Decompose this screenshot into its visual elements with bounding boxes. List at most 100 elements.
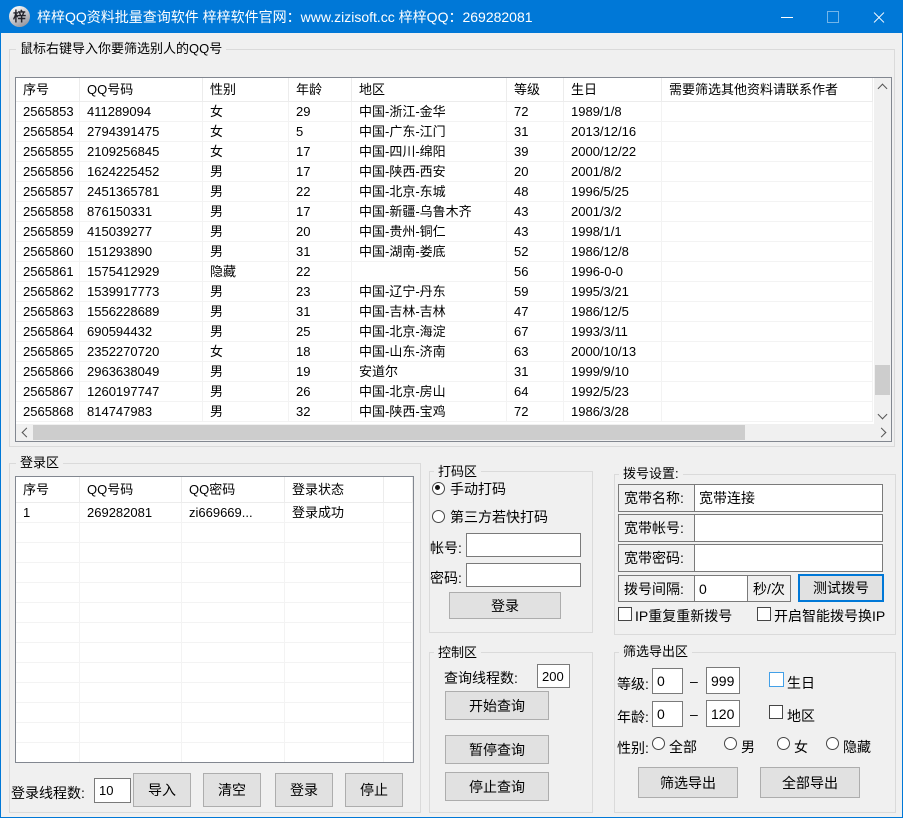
thirdparty-captcha-radio[interactable] xyxy=(432,510,445,523)
column-header[interactable]: 性别 xyxy=(203,78,289,102)
login-groupbox-label: 登录区 xyxy=(16,455,63,470)
column-header[interactable]: 等级 xyxy=(507,78,564,102)
column-header[interactable]: 生日 xyxy=(564,78,662,102)
birthday-checkbox-label[interactable]: 生日 xyxy=(787,673,815,693)
broadband-account-input[interactable] xyxy=(694,514,883,542)
region-checkbox[interactable] xyxy=(769,705,783,719)
dial-groupbox-label: 拨号设置: xyxy=(619,466,683,481)
gender-hidden-radio[interactable] xyxy=(826,737,839,750)
table-row[interactable]: 25658542794391475女5中国-广东-江门312013/12/16 xyxy=(16,122,891,142)
table-cell xyxy=(285,523,384,543)
table-row[interactable]: 25658572451365781男22中国-北京-东城481996/5/25 xyxy=(16,182,891,202)
column-header[interactable]: 序号 xyxy=(16,477,80,503)
redial-checkbox-label[interactable]: IP重复重新拨号 xyxy=(635,606,732,626)
table-row[interactable]: 25658552109256845女17中国-四川-绵阳392000/12/22 xyxy=(16,142,891,162)
column-header[interactable]: 序号 xyxy=(16,78,80,102)
birthday-checkbox[interactable] xyxy=(769,672,784,687)
table-row[interactable]: 2565864690594432男25中国-北京-海淀671993/3/11 xyxy=(16,322,891,342)
manual-captcha-label[interactable]: 手动打码 xyxy=(450,479,506,499)
scroll-right-button[interactable] xyxy=(874,424,891,441)
table-cell xyxy=(285,563,384,583)
export-all-button[interactable]: 全部导出 xyxy=(760,767,860,798)
scroll-up-button[interactable] xyxy=(874,78,891,95)
table-row[interactable]: 25658662963638049男19安道尔311999/9/10 xyxy=(16,362,891,382)
redial-checkbox[interactable] xyxy=(618,607,632,621)
minimize-button[interactable] xyxy=(764,1,810,33)
titlebar: 梓 梓梓QQ资料批量查询软件 梓梓软件官网：www.zizisoft.cc 梓梓… xyxy=(1,1,902,33)
table-cell: 2963638049 xyxy=(80,362,203,382)
column-header[interactable] xyxy=(384,477,413,503)
table-row-empty xyxy=(16,603,413,623)
gender-female-label[interactable]: 女 xyxy=(794,737,808,757)
table-row[interactable]: 1269282081zi669669...登录成功 xyxy=(16,503,413,523)
broadband-name-input[interactable] xyxy=(694,484,883,512)
gender-male-radio[interactable] xyxy=(724,737,737,750)
horizontal-scrollbar[interactable] xyxy=(16,424,891,441)
table-cell: 中国-贵州-铜仁 xyxy=(352,222,507,242)
table-row[interactable]: 25658561624225452男17中国-陕西-西安202001/8/2 xyxy=(16,162,891,182)
dial-interval-input[interactable] xyxy=(694,575,748,602)
maximize-button[interactable] xyxy=(810,1,856,33)
table-row[interactable]: 25658621539917773男23中国-辽宁-丹东591995/3/21 xyxy=(16,282,891,302)
table-cell: 男 xyxy=(203,322,289,342)
vertical-scrollbar[interactable] xyxy=(874,78,891,424)
captcha-password-input[interactable] xyxy=(466,563,581,587)
captcha-login-button[interactable]: 登录 xyxy=(449,592,561,619)
table-row[interactable]: 25658652352270720女18中国-山东-济南632000/10/13 xyxy=(16,342,891,362)
table-row[interactable]: 2565858876150331男17中国-新疆-乌鲁木齐432001/3/2 xyxy=(16,202,891,222)
gender-all-label[interactable]: 全部 xyxy=(669,737,697,757)
column-header[interactable]: 登录状态 xyxy=(285,477,384,503)
table-cell xyxy=(285,743,384,763)
column-header[interactable]: QQ号码 xyxy=(80,477,182,503)
stop-button[interactable]: 停止 xyxy=(345,773,403,807)
pause-query-button[interactable]: 暂停查询 xyxy=(445,735,549,764)
table-cell: 1996/5/25 xyxy=(564,182,662,202)
table-cell xyxy=(662,322,873,342)
gender-all-radio[interactable] xyxy=(652,737,665,750)
smart-dial-checkbox-label[interactable]: 开启智能拨号换IP xyxy=(774,606,885,626)
gender-hidden-label[interactable]: 隐藏 xyxy=(843,737,871,757)
export-filtered-button[interactable]: 筛选导出 xyxy=(638,767,738,798)
horizontal-scroll-thumb[interactable] xyxy=(33,425,745,440)
query-thread-input[interactable] xyxy=(537,664,570,688)
start-query-button[interactable]: 开始查询 xyxy=(445,691,549,720)
stop-query-button[interactable]: 停止查询 xyxy=(445,772,549,801)
login-button[interactable]: 登录 xyxy=(275,773,333,807)
gender-female-radio[interactable] xyxy=(777,737,790,750)
table-cell xyxy=(384,623,413,643)
manual-captcha-radio[interactable] xyxy=(432,482,445,495)
table-row[interactable]: 25658671260197747男26中国-北京-房山641992/5/23 xyxy=(16,382,891,402)
column-header[interactable]: 需要筛选其他资料请联系作者 xyxy=(662,78,873,102)
table-row[interactable]: 25658631556228689男31中国-吉林-吉林471986/12/5 xyxy=(16,302,891,322)
vertical-scroll-thumb[interactable] xyxy=(875,365,890,395)
import-button[interactable]: 导入 xyxy=(133,773,191,807)
table-row[interactable]: 2565853411289094女29中国-浙江-金华721989/1/8 xyxy=(16,102,891,122)
table-row[interactable]: 25658611575412929隐藏22561996-0-0 xyxy=(16,262,891,282)
table-row[interactable]: 2565860151293890男31中国-湖南-娄底521986/12/8 xyxy=(16,242,891,262)
scroll-left-button[interactable] xyxy=(16,424,33,441)
level-max-input[interactable] xyxy=(706,667,740,694)
table-cell xyxy=(384,563,413,583)
column-header[interactable]: 地区 xyxy=(352,78,507,102)
age-min-input[interactable] xyxy=(652,701,683,727)
broadband-password-input[interactable] xyxy=(694,544,883,572)
region-checkbox-label[interactable]: 地区 xyxy=(787,706,815,726)
age-max-input[interactable] xyxy=(706,700,740,727)
test-dial-button[interactable]: 测试拨号 xyxy=(798,574,884,602)
table-row[interactable]: 2565859415039277男20中国-贵州-铜仁431998/1/1 xyxy=(16,222,891,242)
column-header[interactable]: QQ密码 xyxy=(182,477,285,503)
table-row[interactable]: 2565868814747983男32中国-陕西-宝鸡721986/3/28 xyxy=(16,402,891,422)
clear-button[interactable]: 清空 xyxy=(203,773,261,807)
close-button[interactable] xyxy=(856,1,902,33)
table-cell xyxy=(16,623,80,643)
column-header[interactable]: QQ号码 xyxy=(80,78,203,102)
level-min-input[interactable] xyxy=(652,668,683,694)
login-thread-input[interactable] xyxy=(94,778,131,803)
captcha-account-input[interactable] xyxy=(466,533,581,557)
smart-dial-checkbox[interactable] xyxy=(757,607,771,621)
scroll-down-button[interactable] xyxy=(874,407,891,424)
thirdparty-captcha-label[interactable]: 第三方若快打码 xyxy=(450,507,548,527)
gender-male-label[interactable]: 男 xyxy=(741,737,755,757)
column-header[interactable]: 年龄 xyxy=(289,78,352,102)
table-cell xyxy=(182,643,285,663)
